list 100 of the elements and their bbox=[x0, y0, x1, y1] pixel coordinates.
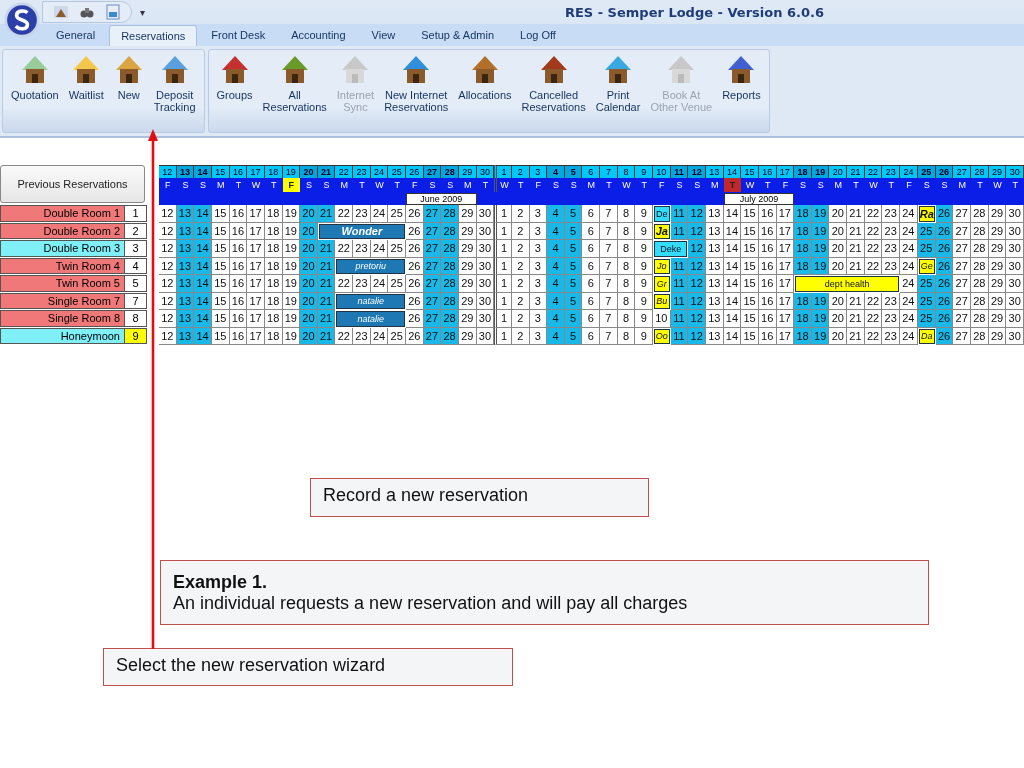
room-name[interactable]: Double Room 1 bbox=[0, 205, 124, 222]
room-number[interactable]: 1 bbox=[124, 205, 147, 222]
calendar-cell[interactable]: 28 bbox=[441, 310, 459, 328]
room-number[interactable]: 7 bbox=[124, 292, 147, 309]
calendar-cell[interactable]: 12 bbox=[159, 240, 177, 258]
calendar-cell[interactable]: 23 bbox=[882, 205, 901, 223]
calendar-cell[interactable]: 20 bbox=[300, 205, 318, 223]
calendar-cell[interactable]: 4 bbox=[547, 205, 565, 223]
calendar-cell[interactable]: 25 bbox=[388, 327, 406, 345]
calendar-cell[interactable]: 14 bbox=[194, 240, 212, 258]
calendar-cell[interactable]: 7 bbox=[600, 240, 618, 258]
calendar-cell[interactable]: 30 bbox=[1006, 205, 1024, 223]
calendar-cell[interactable]: 4 bbox=[547, 310, 565, 328]
calendar-cell[interactable]: 11 bbox=[670, 205, 689, 223]
calendar-cell[interactable]: 9 bbox=[635, 240, 654, 258]
room-name[interactable]: Honeymoon bbox=[0, 327, 124, 344]
calendar-cell[interactable]: 23 bbox=[353, 205, 371, 223]
quick-access-menu[interactable]: ▾ bbox=[140, 6, 145, 18]
calendar-cell[interactable]: 30 bbox=[1006, 310, 1024, 328]
calendar-cell[interactable]: 25 bbox=[388, 240, 406, 258]
ribbon-tab[interactable]: Setup & Admin bbox=[409, 24, 506, 46]
calendar-cell[interactable]: 24 bbox=[900, 205, 918, 223]
calendar-cell[interactable]: 11 bbox=[670, 222, 689, 240]
calendar-cell[interactable]: 22 bbox=[335, 205, 354, 223]
booking-bar[interactable]: natalie bbox=[336, 311, 405, 327]
booking-bar[interactable]: natalie bbox=[336, 293, 405, 309]
calendar-cell[interactable]: 23 bbox=[882, 292, 901, 310]
calendar-cell[interactable]: 28 bbox=[441, 205, 459, 223]
calendar-cell[interactable]: 27 bbox=[953, 275, 972, 293]
booking-bar[interactable]: Deke bbox=[654, 241, 688, 257]
calendar-cell[interactable]: 12 bbox=[688, 275, 706, 293]
room-number[interactable]: 8 bbox=[124, 310, 147, 327]
room-number[interactable]: 2 bbox=[124, 222, 147, 239]
booking-bar[interactable]: Bu bbox=[654, 293, 670, 309]
ribbon-button[interactable]: New bbox=[109, 52, 148, 113]
ribbon-tab[interactable]: General bbox=[44, 24, 108, 46]
calendar-cell[interactable]: 28 bbox=[971, 205, 989, 223]
ribbon-button[interactable]: New Internet Reservations bbox=[380, 52, 453, 113]
calendar-cell[interactable]: 17 bbox=[247, 310, 265, 328]
calendar-cell[interactable]: 17 bbox=[247, 205, 265, 223]
calendar-cell[interactable]: 22 bbox=[335, 275, 354, 293]
calendar-cell[interactable]: 28 bbox=[441, 240, 459, 258]
calendar-cell[interactable]: 4 bbox=[547, 240, 565, 258]
calendar-cell[interactable]: 26 bbox=[406, 205, 424, 223]
ribbon-button[interactable]: Reports bbox=[718, 52, 765, 113]
calendar-cell[interactable]: 22 bbox=[864, 292, 883, 310]
calendar-cell[interactable]: 18 bbox=[794, 240, 812, 258]
calendar-cell[interactable]: 15 bbox=[741, 275, 759, 293]
calendar-cell[interactable]: 19 bbox=[811, 292, 830, 310]
ribbon-button[interactable]: Print Calendar bbox=[591, 52, 645, 113]
calendar-cell[interactable]: 21 bbox=[847, 240, 865, 258]
calendar-cell[interactable]: 12 bbox=[159, 275, 177, 293]
ribbon-button[interactable]: Groups bbox=[212, 52, 257, 113]
calendar-cell[interactable]: 1 bbox=[494, 275, 512, 293]
calendar-cell[interactable]: 9 bbox=[635, 310, 654, 328]
booking-bar[interactable]: Wonder bbox=[318, 223, 405, 239]
calendar-cell[interactable]: 20 bbox=[300, 275, 318, 293]
calendar-cell[interactable]: 9 bbox=[635, 205, 654, 223]
booking-bar[interactable]: Gr bbox=[654, 276, 670, 292]
calendar-cell[interactable]: 27 bbox=[953, 205, 972, 223]
calendar-cell[interactable]: 1 bbox=[494, 310, 512, 328]
booking-bar[interactable]: Ge bbox=[918, 258, 935, 274]
calendar-cell[interactable]: 23 bbox=[353, 240, 371, 258]
ribbon-button[interactable]: Cancelled Reservations bbox=[517, 52, 590, 113]
calendar-cell[interactable]: 10 bbox=[653, 310, 671, 328]
booking-bar[interactable]: Jo bbox=[654, 258, 670, 274]
calendar-cell[interactable]: 15 bbox=[741, 310, 759, 328]
calendar-cell[interactable]: 25 bbox=[388, 275, 406, 293]
calendar-cell[interactable]: 20 bbox=[300, 310, 318, 328]
room-name[interactable]: Double Room 3 bbox=[0, 240, 124, 257]
calendar-cell[interactable]: 17 bbox=[247, 240, 265, 258]
calendar-cell[interactable]: 1 bbox=[494, 205, 512, 223]
calendar-cell[interactable]: 11 bbox=[670, 275, 689, 293]
previous-reservations-button[interactable]: Previous Reservations bbox=[0, 165, 145, 203]
calendar-cell[interactable]: 24 bbox=[900, 240, 918, 258]
calendar-cell[interactable]: 30 bbox=[1006, 275, 1024, 293]
room-name[interactable]: Single Room 7 bbox=[0, 292, 124, 309]
booking-bar[interactable]: Oo bbox=[654, 328, 670, 344]
calendar-cell[interactable]: 23 bbox=[882, 240, 901, 258]
calendar-cell[interactable]: 26 bbox=[935, 205, 954, 223]
calendar-cell[interactable]: 18 bbox=[794, 310, 812, 328]
ribbon-button[interactable]: Deposit Tracking bbox=[149, 52, 200, 113]
calendar-cell[interactable]: 12 bbox=[688, 205, 706, 223]
calendar-cell[interactable]: 15 bbox=[741, 205, 759, 223]
calendar-cell[interactable]: 21 bbox=[847, 205, 865, 223]
room-number[interactable]: 9 bbox=[124, 327, 147, 344]
booking-bar[interactable]: De bbox=[654, 206, 670, 222]
calendar-cell[interactable]: 20 bbox=[829, 205, 848, 223]
room-name[interactable]: Single Room 8 bbox=[0, 310, 124, 327]
ribbon-button[interactable]: Quotation bbox=[7, 52, 63, 113]
calendar-cell[interactable]: 12 bbox=[688, 310, 706, 328]
room-number[interactable]: 3 bbox=[124, 240, 147, 257]
calendar-cell[interactable]: 23 bbox=[353, 327, 371, 345]
room-name[interactable]: Double Room 2 bbox=[0, 222, 124, 239]
calendar-cell[interactable]: 7 bbox=[600, 310, 618, 328]
calendar-cell[interactable]: 6 bbox=[582, 310, 601, 328]
calendar-cell[interactable]: 23 bbox=[882, 310, 901, 328]
calendar-cell[interactable]: 15 bbox=[741, 240, 759, 258]
calendar-cell[interactable]: 26 bbox=[406, 275, 424, 293]
calendar-cell[interactable]: 18 bbox=[794, 205, 812, 223]
